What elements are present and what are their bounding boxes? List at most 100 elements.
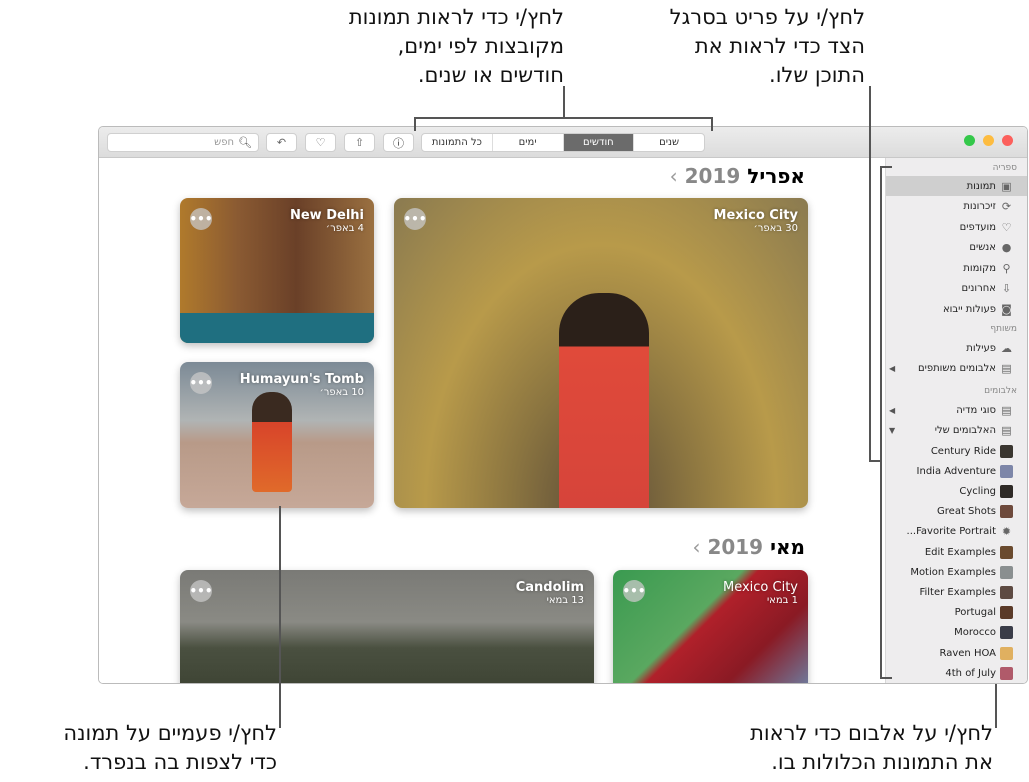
- sidebar-item[interactable]: Portugal: [886, 603, 1027, 623]
- sidebar-item[interactable]: ✹ Favorite Portrait...: [886, 522, 1027, 542]
- sidebar-item-label: פעילות: [966, 342, 996, 354]
- sidebar-item[interactable]: ● אנשים: [886, 238, 1027, 258]
- share-icon: ⇧: [354, 136, 365, 149]
- callout-line: [279, 506, 281, 728]
- tab-months[interactable]: חודשים: [562, 134, 634, 151]
- sidebar-item[interactable]: ♡ מועדפים: [886, 217, 1027, 237]
- sidebar-header-albums: אלבומים: [984, 386, 1017, 396]
- sidebar-item[interactable]: ☁ פעילות: [886, 338, 1027, 358]
- sidebar-item-label: India Adventure: [916, 465, 996, 477]
- import-icon: ⇩: [1001, 282, 1012, 295]
- sidebar-item-label: מקומות: [963, 262, 996, 274]
- callout-album: לחץ/י על אלבום כדי לראות את התמונות הכלו…: [750, 721, 993, 774]
- sidebar-item[interactable]: Great Shots: [886, 502, 1027, 522]
- photo-card-humayuns-tomb[interactable]: Humayun's Tomb 10 באפר׳ •••: [180, 362, 374, 508]
- callout-line: [869, 86, 871, 461]
- favorite-button[interactable]: ♡: [305, 133, 336, 152]
- tab-years[interactable]: שנים: [633, 134, 704, 151]
- zoom-button[interactable]: [983, 135, 994, 146]
- sidebar-item[interactable]: 4th of July: [886, 663, 1027, 683]
- disclosure-triangle-icon[interactable]: ◀: [889, 406, 895, 415]
- sidebar-item[interactable]: Raven HOA: [886, 643, 1027, 663]
- sidebar-item-label: אנשים: [969, 242, 996, 253]
- sidebar-item-label: Edit Examples: [924, 546, 996, 558]
- callout-line: [880, 677, 892, 679]
- callout-double-click: לחץ/י פעמיים על תמונה כדי לצפות בה בנפרד…: [63, 721, 277, 774]
- info-icon: ⓘ: [393, 136, 404, 150]
- sidebar-item[interactable]: ▤ האלבומים שלי ▼: [886, 421, 1027, 441]
- album-thumbnail: [1000, 505, 1013, 519]
- dancer-figure: [252, 392, 292, 492]
- sidebar-item[interactable]: Century Ride: [886, 441, 1027, 461]
- album-thumbnail: [1000, 646, 1013, 660]
- sidebar-item[interactable]: ▤ סוגי מדיה ◀: [886, 400, 1027, 420]
- sidebar: ספריה משותף אלבומים ▣ תמונות ⟳ זיכרונות ♡ מוע…: [885, 158, 1027, 683]
- sidebar-item[interactable]: Cycling: [886, 481, 1027, 501]
- sidebar-item-label: Favorite Portrait...: [906, 526, 996, 538]
- search-input[interactable]: חפש 🔍︎: [107, 133, 259, 152]
- tab-days[interactable]: ימים: [491, 134, 563, 151]
- sidebar-item-label: פעולות ייבוא: [942, 303, 996, 315]
- photos-window: חפש 🔍︎ ↶ ♡ ⇧ ⓘ שנים חודשים ימים כל התמונ…: [98, 126, 1028, 684]
- sidebar-item[interactable]: ⇩ אחרונים: [886, 279, 1027, 299]
- sidebar-item[interactable]: ⟳ זיכרונות: [886, 197, 1027, 217]
- folder-icon: ▤: [1001, 424, 1012, 437]
- sidebar-header-library: ספריה: [992, 163, 1017, 173]
- sidebar-item[interactable]: Filter Examples: [886, 582, 1027, 602]
- callout-line: [711, 117, 713, 131]
- more-button[interactable]: •••: [190, 208, 213, 230]
- callout-line: [414, 117, 416, 131]
- callout-line: [563, 86, 565, 118]
- album-thumbnail: [1000, 565, 1013, 579]
- sidebar-item-label: מועדפים: [959, 221, 996, 233]
- disclosure-triangle-icon[interactable]: ▼: [889, 426, 895, 435]
- rotate-icon: ↶: [276, 136, 287, 149]
- sidebar-item[interactable]: Motion Examples: [886, 562, 1027, 582]
- photo-card-mexico-city[interactable]: Mexico City 30 באפר׳ •••: [394, 198, 808, 508]
- heart-icon: ♡: [315, 136, 326, 149]
- photo-card-mexico-city-may[interactable]: Mexico City 1 במאי •••: [613, 570, 808, 683]
- chevron-icon: ›: [692, 535, 701, 559]
- more-button[interactable]: •••: [190, 372, 213, 394]
- sidebar-item[interactable]: ⚲ מקומות: [886, 258, 1027, 278]
- camera-icon: ◙: [1001, 302, 1012, 316]
- tab-all-photos[interactable]: כל התמונות: [422, 134, 492, 151]
- shirt: [180, 313, 374, 343]
- more-button[interactable]: •••: [190, 580, 213, 602]
- more-button[interactable]: •••: [404, 208, 427, 230]
- sidebar-item-label: האלבומים שלי: [934, 425, 996, 436]
- sidebar-item[interactable]: ▤ אלבומים משותפים ◀: [886, 359, 1027, 379]
- section-header-may[interactable]: מאי 2019 ›: [692, 535, 805, 559]
- share-button[interactable]: ⇧: [344, 133, 375, 152]
- rotate-button[interactable]: ↶: [266, 133, 297, 152]
- section-header-april[interactable]: אפריל 2019 ›: [670, 164, 805, 188]
- cloud-icon: ☁: [1001, 341, 1012, 355]
- sidebar-item-label: זיכרונות: [963, 201, 996, 212]
- view-tabs: שנים חודשים ימים כל התמונות: [421, 133, 705, 152]
- sidebar-item-label: אלבומים משותפים: [917, 363, 996, 374]
- close-button[interactable]: [1002, 135, 1013, 146]
- sidebar-item[interactable]: India Adventure: [886, 461, 1027, 481]
- folder-icon: ▤: [1001, 362, 1012, 375]
- album-thumbnail: [1000, 585, 1013, 599]
- sidebar-item[interactable]: Edit Examples: [886, 542, 1027, 562]
- gear-icon: ✹: [1001, 525, 1012, 539]
- photo-grid: אפריל 2019 › Mexico City 30 באפר׳ ••• New…: [99, 158, 885, 683]
- info-button[interactable]: ⓘ: [383, 133, 414, 152]
- sidebar-item[interactable]: Morocco: [886, 623, 1027, 643]
- pin-icon: ⚲: [1002, 261, 1011, 275]
- callout-sidebar: לחץ/י על פריט בסרגל הצד כדי לראות את התו…: [669, 5, 865, 87]
- sidebar-item-label: Century Ride: [930, 445, 996, 457]
- sidebar-item-label: Portugal: [954, 607, 996, 619]
- more-button[interactable]: •••: [623, 580, 646, 602]
- heart-icon: ♡: [1001, 220, 1012, 234]
- photo-card-candolim[interactable]: Candolim 13 במאי •••: [180, 570, 594, 683]
- sidebar-item[interactable]: ◙ פעולות ייבוא: [886, 299, 1027, 319]
- minimize-button[interactable]: [964, 135, 975, 146]
- photo-card-new-delhi[interactable]: New Delhi 4 באפר׳ •••: [180, 198, 374, 343]
- sidebar-item[interactable]: ▣ תמונות: [886, 176, 1027, 196]
- disclosure-triangle-icon[interactable]: ◀: [889, 364, 895, 373]
- person-icon: ●: [1001, 241, 1012, 254]
- callout-view-tabs: לחץ/י כדי לראות תמונות מקובצות לפי ימים,…: [348, 5, 564, 87]
- person-figure: [559, 293, 649, 508]
